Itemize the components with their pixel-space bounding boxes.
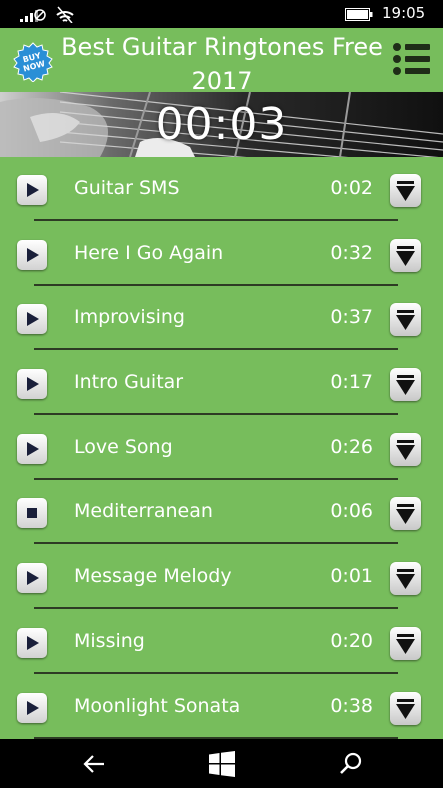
track-name: Moonlight Sonata bbox=[74, 694, 241, 717]
set-ringtone-button[interactable] bbox=[390, 174, 421, 207]
track-name: Mediterranean bbox=[74, 500, 213, 523]
list-item[interactable]: Love Song 0:26 bbox=[0, 416, 443, 481]
list-item[interactable]: Improvising 0:37 bbox=[0, 286, 443, 351]
list-item[interactable]: Guitar SMS 0:02 bbox=[0, 157, 443, 222]
play-icon bbox=[27, 183, 39, 197]
track-duration: 0:26 bbox=[330, 435, 373, 458]
stop-button[interactable] bbox=[17, 498, 47, 529]
signal-icon bbox=[20, 9, 46, 22]
play-icon bbox=[27, 377, 39, 392]
down-arrow-icon bbox=[396, 633, 415, 654]
status-bar: 19:05 bbox=[0, 0, 443, 28]
search-icon[interactable] bbox=[339, 751, 363, 775]
set-ringtone-button[interactable] bbox=[390, 238, 421, 272]
down-arrow-icon bbox=[396, 569, 415, 590]
track-duration: 0:17 bbox=[330, 371, 373, 394]
back-arrow-icon[interactable] bbox=[82, 752, 106, 776]
play-button[interactable] bbox=[17, 692, 47, 723]
play-button[interactable] bbox=[17, 304, 47, 335]
list-item[interactable]: Message Melody 0:01 bbox=[0, 545, 443, 610]
track-name: Guitar SMS bbox=[74, 177, 180, 199]
row-divider bbox=[34, 671, 398, 674]
down-arrow-icon bbox=[396, 245, 415, 266]
down-arrow-icon bbox=[396, 698, 415, 719]
list-item[interactable]: Intro Guitar 0:17 bbox=[0, 351, 443, 416]
list-item[interactable]: Here I Go Again 0:32 bbox=[0, 222, 443, 287]
ringtone-list: Guitar SMS 0:02 Here I Go Again 0:32 Improvi… bbox=[0, 157, 443, 739]
playback-timer: 00:03 bbox=[155, 99, 288, 150]
system-nav-bar bbox=[0, 739, 443, 788]
down-arrow-icon bbox=[396, 439, 415, 460]
track-name: Missing bbox=[74, 629, 145, 652]
set-ringtone-button[interactable] bbox=[390, 368, 421, 402]
list-item[interactable]: Mediterranean 0:06 bbox=[0, 480, 443, 545]
down-arrow-icon bbox=[396, 504, 415, 525]
down-arrow-icon bbox=[396, 310, 415, 331]
list-item[interactable]: Moonlight Sonata 0:38 bbox=[0, 675, 443, 740]
play-button[interactable] bbox=[17, 175, 47, 205]
wifi-icon bbox=[56, 6, 74, 23]
row-divider bbox=[34, 413, 398, 416]
row-divider bbox=[34, 283, 398, 286]
down-arrow-icon bbox=[396, 375, 415, 396]
track-name: Message Melody bbox=[74, 565, 232, 588]
row-divider bbox=[34, 348, 398, 351]
play-button[interactable] bbox=[17, 627, 47, 658]
set-ringtone-button[interactable] bbox=[390, 562, 421, 596]
track-name: Love Song bbox=[74, 435, 173, 458]
play-button[interactable] bbox=[17, 563, 47, 594]
set-ringtone-button[interactable] bbox=[390, 303, 421, 337]
play-button[interactable] bbox=[17, 369, 47, 400]
row-divider bbox=[34, 607, 398, 610]
row-divider bbox=[34, 542, 398, 545]
play-icon bbox=[27, 635, 39, 650]
track-name: Intro Guitar bbox=[74, 371, 184, 394]
track-duration: 0:38 bbox=[330, 694, 373, 717]
track-duration: 0:20 bbox=[330, 629, 373, 652]
buy-now-badge-icon[interactable]: BUY NOW bbox=[13, 42, 53, 82]
down-arrow-icon bbox=[396, 181, 415, 201]
windows-start-icon[interactable] bbox=[209, 751, 235, 777]
track-duration: 0:02 bbox=[330, 177, 373, 199]
battery-icon bbox=[345, 8, 373, 21]
app-header: BUY NOW Best Guitar Ringtones Free 2017 bbox=[0, 28, 443, 95]
play-icon bbox=[27, 312, 39, 327]
play-icon bbox=[27, 571, 39, 586]
track-duration: 0:32 bbox=[330, 241, 373, 264]
play-icon bbox=[27, 247, 39, 262]
row-divider bbox=[34, 219, 398, 221]
set-ringtone-button[interactable] bbox=[390, 691, 421, 725]
list-menu-icon[interactable] bbox=[392, 42, 430, 76]
play-icon bbox=[27, 441, 39, 456]
track-name: Improvising bbox=[74, 306, 185, 329]
set-ringtone-button[interactable] bbox=[390, 626, 421, 660]
stop-icon bbox=[27, 508, 37, 519]
track-name: Here I Go Again bbox=[74, 241, 224, 264]
clock: 19:05 bbox=[382, 4, 426, 22]
set-ringtone-button[interactable] bbox=[390, 432, 421, 466]
track-duration: 0:01 bbox=[330, 565, 373, 588]
set-ringtone-button[interactable] bbox=[390, 497, 421, 531]
page-title: Best Guitar Ringtones Free 2017 bbox=[61, 33, 383, 95]
play-button[interactable] bbox=[17, 433, 47, 464]
track-duration: 0:06 bbox=[330, 500, 373, 523]
list-item[interactable]: Missing 0:20 bbox=[0, 610, 443, 675]
play-button[interactable] bbox=[17, 239, 47, 270]
track-duration: 0:37 bbox=[330, 306, 373, 329]
play-icon bbox=[27, 700, 39, 715]
row-divider bbox=[34, 477, 398, 480]
